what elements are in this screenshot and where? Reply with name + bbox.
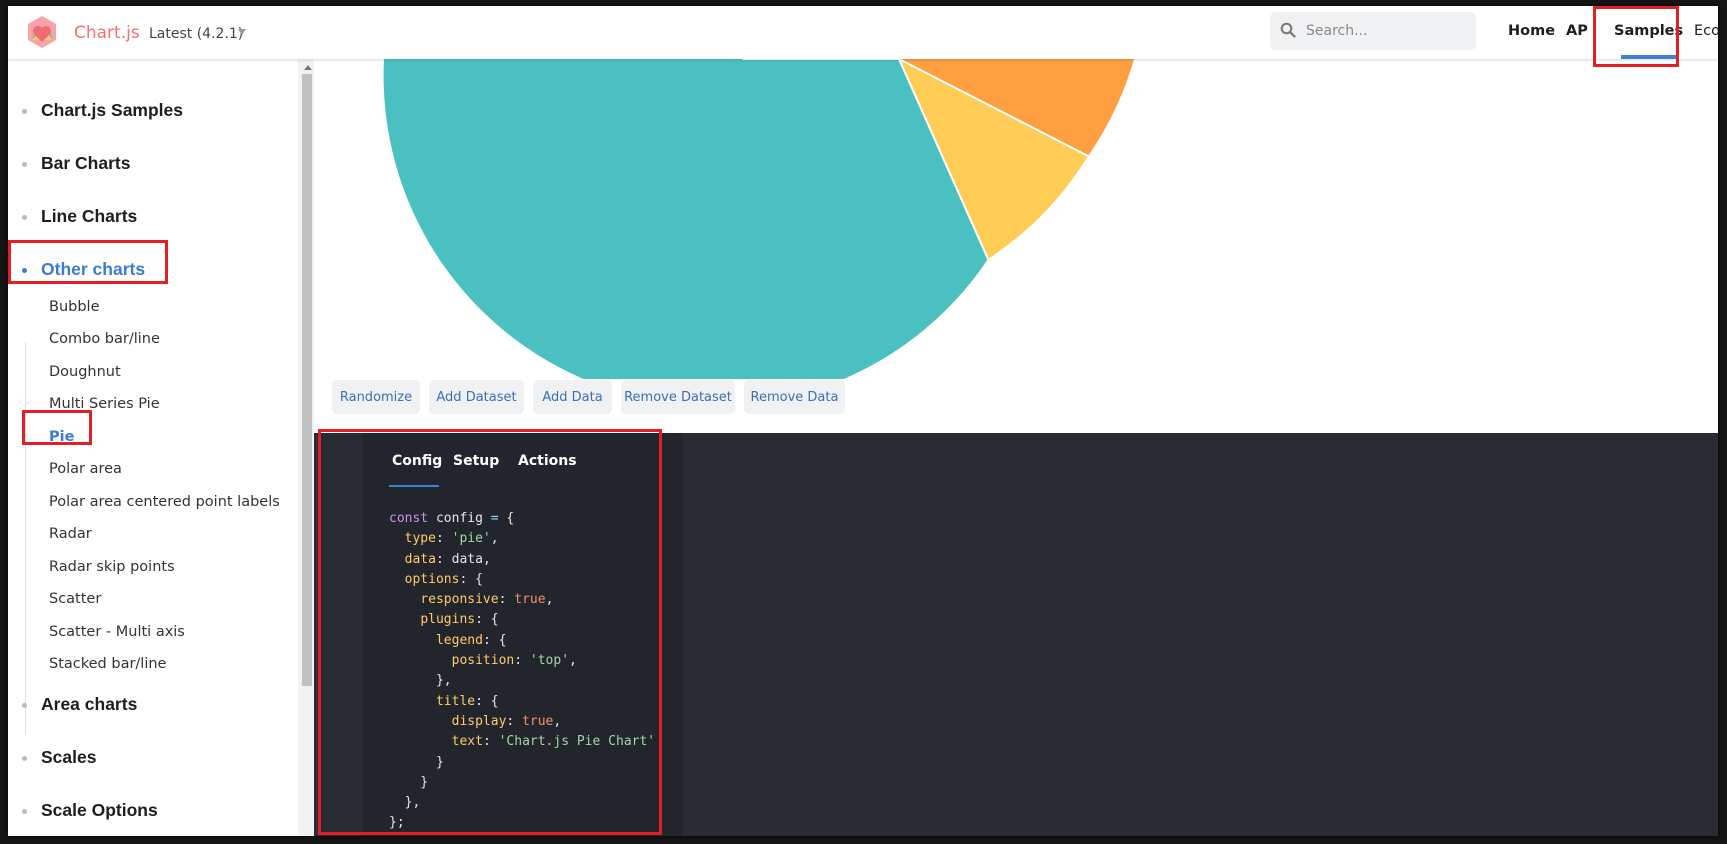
highlight-samples-nav bbox=[1593, 6, 1679, 67]
sidebar-item-polar-area[interactable]: Polar area bbox=[49, 461, 122, 477]
sidebar-item-stacked-bar-line[interactable]: Stacked bar/line bbox=[49, 656, 166, 672]
bullet-icon bbox=[22, 756, 27, 761]
nav-link-api[interactable]: AP bbox=[1566, 23, 1588, 39]
sidebar-item-radar[interactable]: Radar bbox=[49, 526, 92, 542]
bullet-icon bbox=[22, 703, 27, 708]
bullet-icon bbox=[22, 109, 27, 114]
sidebar-item-combo-bar-line[interactable]: Combo bar/line bbox=[49, 331, 160, 347]
sidebar-scrollbar-thumb[interactable] bbox=[302, 74, 312, 686]
bullet-icon bbox=[22, 162, 27, 167]
nav-link-ecosystem[interactable]: Ecos bbox=[1694, 23, 1718, 39]
sidebar-item-polar-area-centered[interactable]: Polar area centered point labels bbox=[49, 494, 280, 510]
sidebar-item-radar-skip-points[interactable]: Radar skip points bbox=[49, 559, 175, 575]
highlight-pie-item bbox=[22, 410, 92, 445]
version-dropdown[interactable]: Latest (4.2.1) bbox=[149, 26, 243, 42]
bullet-icon bbox=[22, 809, 27, 814]
remove-data-button[interactable]: Remove Data bbox=[744, 380, 845, 414]
sidebar-category-label: Line Charts bbox=[41, 206, 138, 226]
search-input[interactable]: Search... bbox=[1270, 12, 1476, 50]
brand-title[interactable]: Chart.js bbox=[74, 23, 140, 43]
scroll-up-arrow-icon[interactable] bbox=[304, 65, 312, 70]
sidebar-item-doughnut[interactable]: Doughnut bbox=[49, 364, 121, 380]
sidebar-item-scatter[interactable]: Scatter bbox=[49, 591, 101, 607]
chartjs-logo-icon[interactable] bbox=[24, 14, 60, 50]
bullet-icon bbox=[22, 215, 27, 220]
search-placeholder: Search... bbox=[1306, 23, 1368, 39]
chevron-down-icon[interactable] bbox=[238, 29, 246, 35]
highlight-other-charts bbox=[8, 240, 168, 284]
highlight-config-code bbox=[318, 429, 662, 835]
add-dataset-button[interactable]: Add Dataset bbox=[429, 380, 524, 414]
nav-link-home[interactable]: Home bbox=[1508, 23, 1555, 39]
sidebar-item-scatter-multi-axis[interactable]: Scatter - Multi axis bbox=[49, 624, 185, 640]
sidebar-category-label: Area charts bbox=[41, 694, 138, 714]
pie-chart bbox=[383, 59, 1134, 379]
sidebar: Chart.js Samples Bar Charts Line Charts … bbox=[8, 59, 299, 836]
sidebar-item-bubble[interactable]: Bubble bbox=[49, 299, 100, 315]
top-navbar: Chart.js Latest (4.2.1) Search... Home A… bbox=[8, 6, 1718, 59]
add-data-button[interactable]: Add Data bbox=[533, 380, 612, 414]
submenu-guide-line bbox=[25, 342, 26, 734]
sidebar-category-label: Bar Charts bbox=[41, 153, 131, 173]
remove-dataset-button[interactable]: Remove Dataset bbox=[621, 380, 735, 414]
randomize-button[interactable]: Randomize bbox=[332, 380, 420, 414]
sidebar-category-label: Scales bbox=[41, 747, 97, 767]
sidebar-category-label: Scale Options bbox=[41, 800, 158, 820]
sidebar-category-label: Chart.js Samples bbox=[41, 100, 183, 120]
browser-viewport: Chart.js Latest (4.2.1) Search... Home A… bbox=[8, 6, 1718, 836]
search-icon bbox=[1280, 22, 1296, 38]
